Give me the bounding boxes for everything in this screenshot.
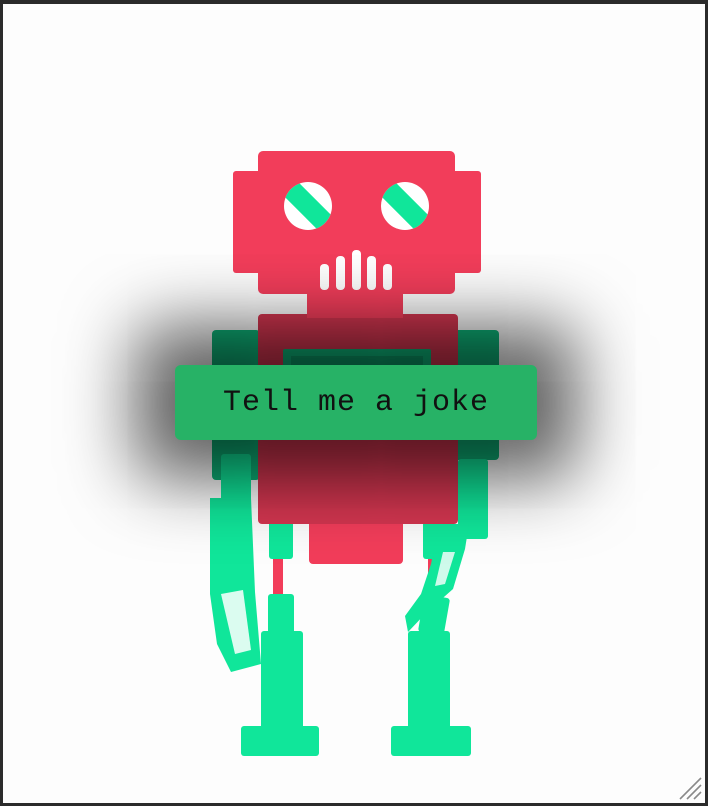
tell-joke-button[interactable]: Tell me a joke [175,365,537,440]
robot-head [233,151,481,294]
resize-grip-icon[interactable] [676,774,702,800]
app-frame: Tell me a joke [0,0,708,806]
